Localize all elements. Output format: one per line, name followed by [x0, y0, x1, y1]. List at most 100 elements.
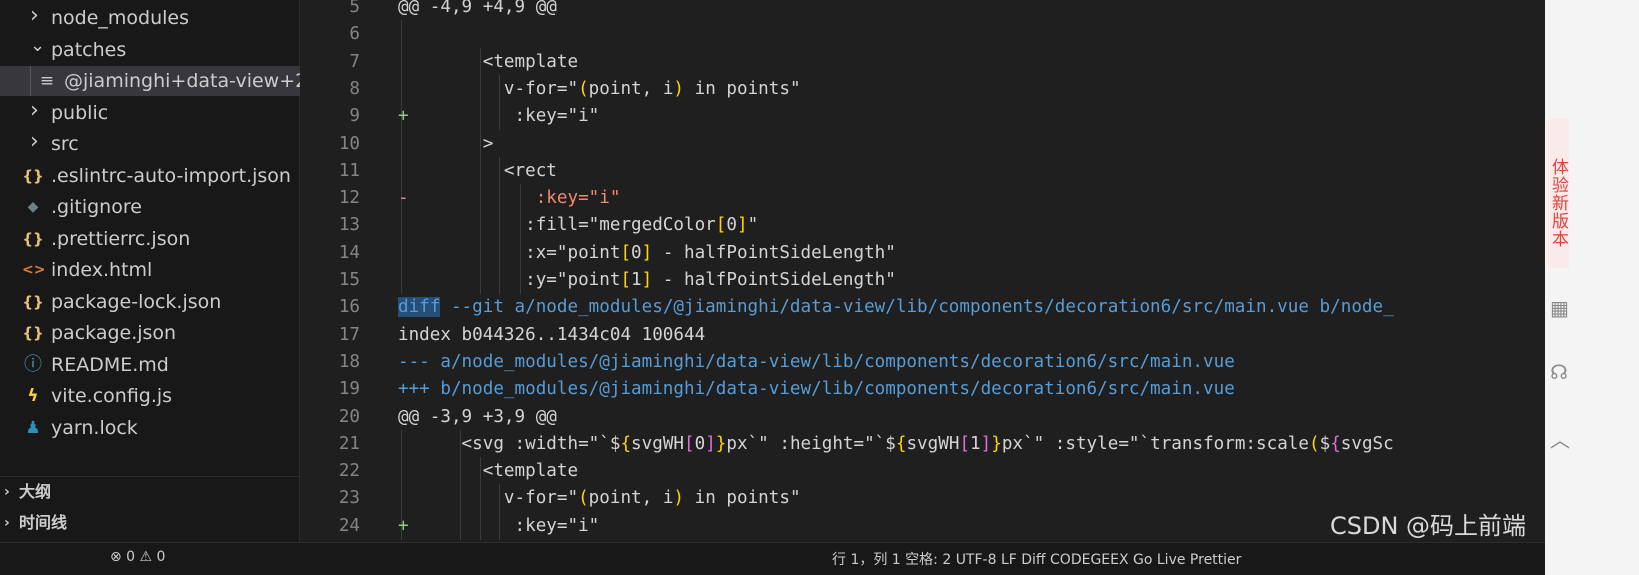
qr-code-icon[interactable]: ▦	[1550, 296, 1569, 320]
code-token: {	[895, 433, 907, 454]
explorer-item[interactable]: ϟ vite.config.js	[0, 381, 300, 411]
code-token: 1	[970, 433, 981, 454]
line-number: 10	[338, 133, 360, 154]
code-token: <rect	[398, 160, 557, 181]
explorer-item-label: @jiaminghi+data-view+2....	[64, 70, 300, 92]
explorer-item-label: .eslintrc-auto-import.json	[51, 164, 291, 187]
code-line[interactable]: 9 + :key="i"	[301, 102, 1545, 131]
code-line[interactable]: 20 @@ -3,9 +3,9 @@	[301, 403, 1545, 431]
line-number: 9	[349, 106, 360, 127]
explorer-item-label: package.json	[51, 322, 177, 344]
explorer-item[interactable]: {} package-lock.json	[0, 287, 300, 317]
chevron-right-icon: ›	[4, 484, 10, 500]
code-line[interactable]: 14 :x="point[0] - halfPointSideLength"	[301, 238, 1545, 267]
line-number: 22	[338, 461, 360, 482]
explorer-item-label: README.md	[51, 353, 169, 376]
code-line[interactable]: 15 :y="point[1] - halfPointSideLength"	[301, 266, 1545, 294]
code-token: -	[398, 188, 409, 209]
code-token: :key="i"	[408, 188, 621, 209]
explorer-item-label: public	[51, 101, 109, 124]
code-line[interactable]: 7 <template	[301, 47, 1545, 76]
problems-counter[interactable]: ⊗ 0 ⚠ 0	[110, 549, 165, 565]
code-token: :key="i"	[408, 106, 600, 127]
vscode-window: › node_modules ⌄ patches ≡ @jiaminghi+data-vi…	[0, 0, 1639, 575]
code-token: )	[673, 78, 685, 99]
code-token: @@ -3,9 +3,9 @@	[398, 406, 557, 427]
headset-icon[interactable]: ☊	[1550, 360, 1568, 384]
explorer-item[interactable]: ♟ yarn.lock	[0, 413, 300, 443]
chevron-right-icon: ›	[4, 515, 10, 531]
status-bar-right-items[interactable]: 行 1，列 1 空格: 2 UTF-8 LF Diff CODEGEEX Go …	[832, 549, 1241, 569]
code-line[interactable]: 6	[301, 20, 1545, 49]
code-text: --- a/node_modules/@jiaminghi/data-view/…	[398, 348, 1235, 376]
code-line[interactable]: 17 index b044326..1434c04 100644	[301, 321, 1545, 349]
code-line[interactable]: 16 diff --git a/node_modules/@jiaminghi/d…	[301, 293, 1545, 321]
explorer-item[interactable]: › src	[0, 129, 300, 159]
explorer-item[interactable]: ≡ @jiaminghi+data-view+2....	[0, 66, 300, 96]
code-text: v-for="(point, i) in points"	[398, 75, 801, 103]
line-number: 12	[338, 188, 360, 209]
code-token: svgWH	[631, 433, 685, 454]
explorer-item[interactable]: <> index.html	[0, 255, 300, 285]
code-line[interactable]: 18 --- a/node_modules/@jiaminghi/data-vie…	[301, 348, 1545, 376]
code-line[interactable]: 19 +++ b/node_modules/@jiaminghi/data-vie…	[301, 375, 1545, 403]
code-token: in points"	[684, 78, 801, 99]
code-token: point, i	[588, 78, 674, 99]
code-text: @@ -4,9 +4,9 @@	[398, 0, 557, 21]
explorer-item[interactable]: {} package.json	[0, 318, 300, 348]
code-token: v-for="	[398, 488, 579, 509]
explorer-item[interactable]: {} .prettierrc.json	[0, 224, 300, 254]
code-line[interactable]: 11 <rect	[301, 156, 1545, 185]
code-line[interactable]: 8 v-for="(point, i) in points"	[301, 74, 1545, 103]
explorer-item[interactable]: ⓘ README.md	[0, 350, 300, 380]
timeline-section-label: 时间线	[19, 513, 68, 532]
code-token: [	[620, 242, 632, 263]
code-token: [	[620, 270, 632, 290]
code-text: + :key="i"	[398, 512, 599, 540]
explorer-item[interactable]: › node_modules	[0, 3, 300, 33]
code-text: diff --git a/node_modules/@jiaminghi/dat…	[398, 293, 1394, 321]
code-token: [	[684, 433, 695, 454]
line-number: 16	[338, 297, 360, 318]
code-token: (	[1309, 433, 1320, 454]
code-text: <rect	[398, 157, 557, 185]
code-token: @@ -4,9 +4,9 @@	[398, 0, 557, 17]
code-token: "	[747, 215, 759, 236]
explorer-sidebar: › node_modules ⌄ patches ≡ @jiaminghi+data-vi…	[0, 0, 300, 575]
line-number: 6	[349, 24, 360, 45]
code-line[interactable]: 10 >	[301, 129, 1545, 158]
git-file-icon: ◆	[27, 199, 39, 215]
code-line[interactable]: 22 <template	[301, 457, 1545, 486]
timeline-section-header[interactable]: › 时间线	[0, 508, 300, 538]
code-line[interactable]: 13 :fill="mergedColor[0]"	[301, 211, 1545, 240]
explorer-item[interactable]: {} .eslintrc-auto-import.json	[0, 161, 300, 191]
explorer-item[interactable]: ◆ .gitignore	[0, 192, 300, 222]
line-number: 15	[338, 270, 360, 290]
code-text: + :key="i"	[398, 102, 599, 130]
json-file-icon: {}	[22, 324, 44, 342]
code-token: 0	[694, 433, 706, 454]
explorer-item-label: patches	[51, 38, 127, 61]
code-token: index b044326..1434c04 100644	[398, 324, 706, 345]
chevron-right-icon: ›	[30, 97, 39, 123]
explorer-item[interactable]: › public	[0, 98, 300, 128]
code-token: in points"	[684, 488, 801, 509]
code-line[interactable]: 21 <svg :width="`${svgWH[0]}px`" :height…	[301, 429, 1545, 458]
explorer-item-label: node_modules	[51, 7, 190, 29]
chevron-up-icon[interactable]: ︿	[1550, 424, 1570, 452]
chevron-right-icon: ›	[30, 129, 39, 154]
explorer-item-label: index.html	[51, 259, 153, 281]
explorer-item-label: src	[51, 133, 79, 155]
code-text: <svg :width="`${svgWH[0]}px`" :height="`…	[398, 430, 1394, 458]
outline-section-header[interactable]: › 大纲	[0, 477, 300, 507]
code-token: [	[715, 215, 727, 236]
code-token: {	[1330, 433, 1341, 454]
code-line[interactable]: 12 - :key="i"	[301, 184, 1545, 213]
explorer-item[interactable]: ⌄ patches	[0, 35, 300, 65]
chevron-right-icon: ›	[30, 3, 39, 28]
try-new-version-button[interactable]: 体验新版本	[1547, 118, 1569, 268]
code-token: point, i	[588, 488, 674, 509]
diff-editor[interactable]: 5 @@ -4,9 +4,9 @@ 6 7 <template 8 v-for="(po…	[301, 0, 1545, 542]
code-token: }	[715, 433, 727, 454]
code-line[interactable]: 5 @@ -4,9 +4,9 @@	[301, 0, 1545, 21]
